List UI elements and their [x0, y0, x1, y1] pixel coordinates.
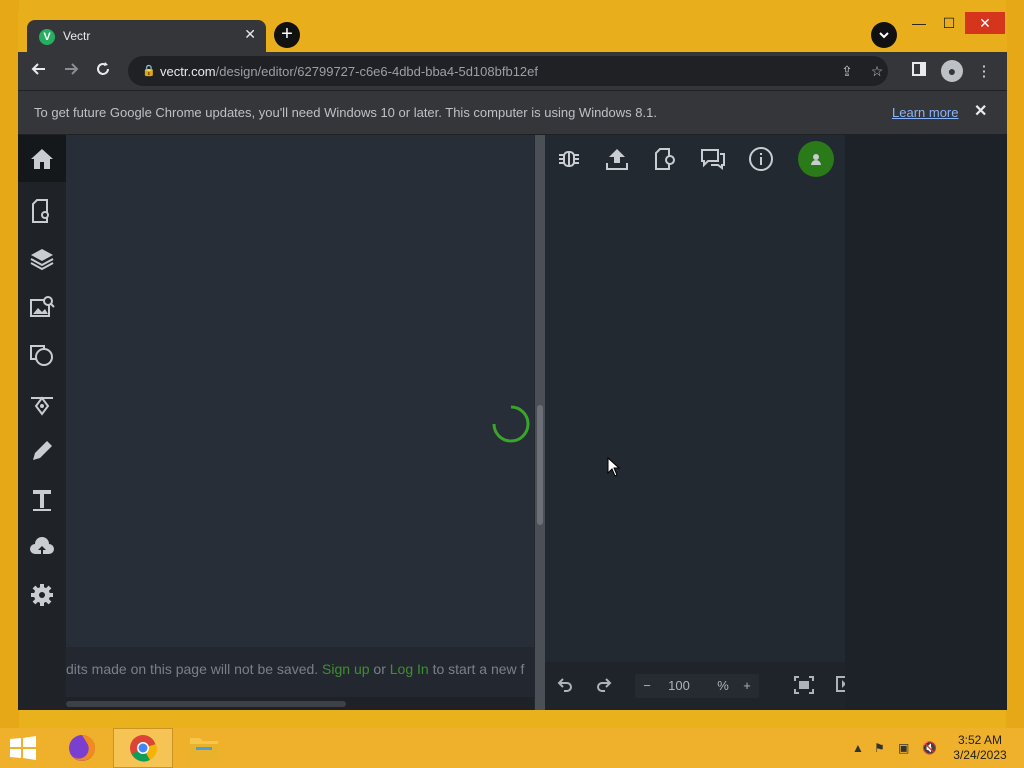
zoom-controls-bar: − 100 % + — [545, 662, 852, 710]
tab-strip: V Vectr ✕ + — ☐ ✕ — [18, 12, 1007, 52]
redo-icon[interactable] — [594, 676, 614, 696]
info-icon[interactable] — [747, 145, 775, 173]
tab-close-icon[interactable]: ✕ — [244, 26, 256, 43]
zoom-out-button[interactable]: − — [639, 676, 655, 696]
chrome-taskbar-icon[interactable] — [113, 728, 173, 768]
unsaved-warning-bar: dits made on this page will not be saved… — [66, 647, 534, 697]
right-empty-area — [845, 135, 1007, 710]
learn-more-link[interactable]: Learn more — [892, 105, 958, 120]
footer-warning-text: dits made on this page will not be saved… — [66, 661, 319, 677]
vertical-scrollbar[interactable] — [535, 135, 545, 710]
chrome-menu-icon[interactable]: ⋮ — [973, 61, 995, 83]
address-bar[interactable]: 🔒 vectr.com/design/editor/62799727-c6e6-… — [128, 56, 888, 86]
browser-window: V Vectr ✕ + — ☐ ✕ 🔒 vectr.com/design/edi… — [18, 12, 1007, 710]
desktop-background-left — [0, 0, 19, 728]
footer-or-text: or — [373, 661, 386, 677]
new-page-icon[interactable] — [651, 145, 679, 173]
window-close-button[interactable]: ✕ — [965, 12, 1005, 34]
back-arrow-icon — [31, 63, 45, 75]
reload-button[interactable] — [92, 60, 114, 82]
sign-up-link[interactable]: Sign up — [322, 661, 369, 677]
forward-arrow-icon — [65, 63, 79, 75]
profile-avatar-icon[interactable]: ● — [941, 60, 963, 82]
reload-icon — [97, 62, 109, 75]
volume-muted-icon[interactable]: 🔇 — [922, 741, 937, 755]
log-in-link[interactable]: Log In — [390, 661, 429, 677]
zoom-unit-label: % — [717, 678, 729, 693]
desktop-background-right — [1006, 0, 1024, 728]
windows-start-icon[interactable] — [8, 736, 38, 760]
infobar-close-icon[interactable]: ✕ — [974, 101, 987, 121]
cloud-upload-icon[interactable] — [18, 525, 66, 569]
browser-toolbar: 🔒 vectr.com/design/editor/62799727-c6e6-… — [18, 52, 1007, 90]
horizontal-scrollbar[interactable] — [66, 697, 534, 710]
right-panel: − 100 % + — [545, 135, 852, 710]
page-settings-icon[interactable] — [18, 189, 66, 233]
firefox-taskbar-icon[interactable] — [52, 728, 112, 768]
undo-icon[interactable] — [555, 676, 575, 696]
text-icon[interactable] — [18, 477, 66, 521]
fit-to-screen-icon[interactable] — [794, 676, 814, 696]
taskbar-clock[interactable]: 3:52 AM 3/24/2023 — [948, 733, 1012, 763]
footer-suffix-text: to start a new f — [432, 661, 525, 677]
left-toolbar — [18, 135, 66, 710]
side-panel-icon[interactable] — [908, 61, 930, 83]
comments-icon[interactable] — [699, 145, 727, 173]
vectr-editor: dits made on this page will not be saved… — [18, 135, 1007, 710]
forward-button[interactable] — [60, 60, 82, 82]
image-search-icon[interactable] — [18, 285, 66, 329]
windows-taskbar: ▲ ⚑ ▣ 🔇 3:52 AM 3/24/2023 — [0, 728, 1024, 768]
lock-icon: 🔒 — [142, 65, 156, 77]
home-icon[interactable] — [18, 135, 66, 182]
window-maximize-button[interactable]: ☐ — [934, 12, 964, 34]
vectr-favicon-icon: V — [39, 29, 55, 45]
file-explorer-taskbar-icon[interactable] — [174, 728, 234, 768]
tab-vectr[interactable]: V Vectr ✕ — [27, 20, 266, 52]
layers-icon[interactable] — [18, 237, 66, 281]
gear-icon[interactable] — [18, 573, 66, 617]
zoom-box: − 100 % + — [635, 674, 759, 698]
network-icon[interactable]: ▣ — [898, 741, 909, 755]
zoom-value-input[interactable]: 100 — [659, 676, 699, 696]
mouse-cursor-icon — [607, 457, 621, 477]
update-infobar: To get future Google Chrome updates, you… — [18, 90, 1007, 134]
drawing-canvas[interactable] — [66, 135, 534, 710]
export-icon[interactable] — [603, 145, 631, 173]
clock-time: 3:52 AM — [957, 733, 1003, 747]
action-center-flag-icon[interactable]: ⚑ — [874, 741, 885, 755]
window-minimize-button[interactable]: — — [904, 12, 934, 34]
clock-date: 3/24/2023 — [953, 748, 1007, 762]
pen-tool-icon[interactable] — [18, 381, 66, 425]
loading-spinner-icon — [492, 405, 530, 443]
zoom-in-button[interactable]: + — [739, 676, 755, 696]
infobar-message: To get future Google Chrome updates, you… — [34, 105, 657, 120]
show-hidden-icons-icon[interactable]: ▲ — [852, 741, 864, 755]
url-text: vectr.com/design/editor/62799727-c6e6-4d… — [160, 64, 538, 79]
tab-search-button[interactable] — [871, 22, 897, 48]
share-icon[interactable]: ⇪ — [838, 62, 856, 80]
back-button[interactable] — [28, 60, 50, 82]
tab-title: Vectr — [63, 29, 91, 43]
new-tab-button[interactable]: + — [274, 22, 300, 48]
pencil-icon[interactable] — [18, 429, 66, 473]
horizontal-scroll-thumb[interactable] — [66, 701, 346, 707]
user-icon[interactable] — [798, 141, 834, 177]
debug-icon[interactable] — [555, 145, 583, 173]
chevron-down-icon — [879, 32, 889, 39]
shapes-icon[interactable] — [18, 333, 66, 377]
bookmark-star-icon[interactable]: ☆ — [868, 62, 886, 80]
vertical-scroll-thumb[interactable] — [537, 405, 543, 525]
